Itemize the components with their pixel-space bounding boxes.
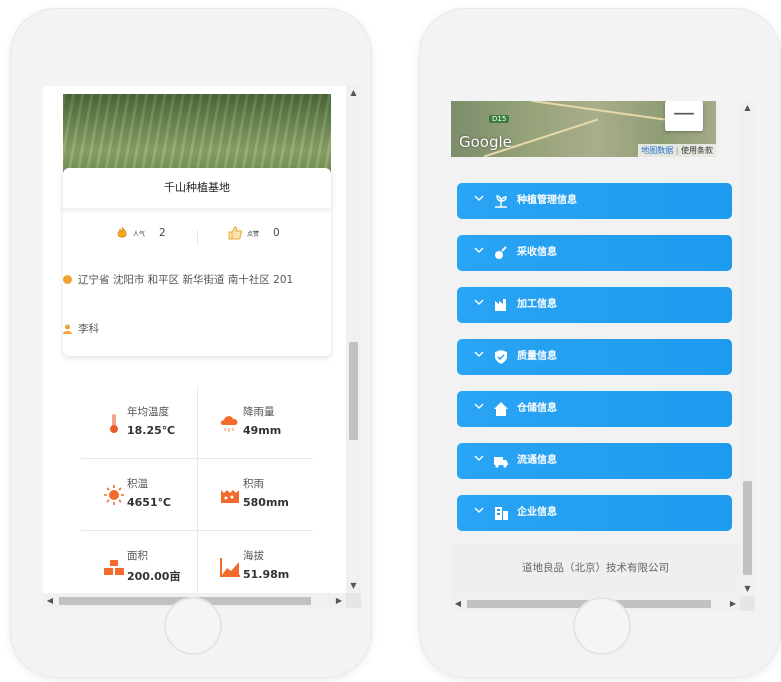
map-road-shield: D15 bbox=[489, 115, 510, 123]
chevron-down-icon bbox=[474, 195, 484, 201]
accordion-item-storage[interactable]: 仓储信息 bbox=[457, 391, 732, 427]
altitude-chart-icon bbox=[220, 558, 240, 577]
chevron-down-icon bbox=[474, 299, 484, 305]
likes-stat[interactable]: 点赞 0 bbox=[227, 226, 280, 240]
popularity-label: 人气 bbox=[133, 230, 146, 238]
base-info-card: 千山种植基地 人气 2 点赞 0 bbox=[63, 168, 331, 356]
contact-row: 李科 bbox=[63, 321, 99, 336]
contact-name: 李科 bbox=[78, 323, 99, 335]
base-name: 千山种植基地 bbox=[63, 168, 331, 209]
chevron-down-icon bbox=[474, 351, 484, 357]
vertical-scrollbar[interactable]: ▲ ▼ bbox=[346, 86, 361, 593]
metric-cell: 降雨量 49mm bbox=[197, 386, 313, 458]
accordion-item-quality[interactable]: 质量信息 bbox=[457, 339, 732, 375]
scroll-up-arrow[interactable]: ▲ bbox=[346, 86, 361, 100]
factory-icon bbox=[495, 299, 506, 311]
area-blocks-icon bbox=[104, 560, 124, 575]
base-detail-screen: 千山种植基地 人气 2 点赞 0 辽宁省 沈阳市 和平区 新华街道 南十社区 2… bbox=[43, 86, 361, 608]
phone-frame-left: 千山种植基地 人气 2 点赞 0 辽宁省 沈阳市 和平区 新华街道 南十社区 2… bbox=[10, 8, 372, 678]
accordion-label: 质量信息 bbox=[517, 351, 557, 362]
phone-frame-right: D15 Google 地图数据 | 使用条款 — 种植管理信息 采收信息 加工信… bbox=[419, 8, 781, 678]
scroll-left-arrow[interactable]: ◀ bbox=[451, 596, 465, 611]
popularity-stat: 人气 2 bbox=[115, 226, 166, 240]
accordion-item-processing[interactable]: 加工信息 bbox=[457, 287, 732, 323]
accordion-label: 企业信息 bbox=[517, 507, 557, 518]
accordion-label: 仓储信息 bbox=[517, 403, 557, 414]
warehouse-icon bbox=[494, 402, 508, 416]
truck-icon bbox=[494, 457, 508, 468]
map-data-link[interactable]: 地图数据 bbox=[641, 146, 673, 155]
metric-cell: 面积 200.00亩 bbox=[81, 530, 197, 602]
chevron-down-icon bbox=[474, 247, 484, 253]
water-tank-icon bbox=[221, 490, 239, 503]
accordion-item-planting[interactable]: 种植管理信息 bbox=[457, 183, 732, 219]
likes-label: 点赞 bbox=[247, 230, 260, 238]
stats-divider bbox=[197, 230, 198, 246]
shield-check-icon bbox=[495, 350, 507, 364]
metric-cell: 积温 4651℃ bbox=[81, 458, 197, 530]
map-view[interactable]: D15 Google 地图数据 | 使用条款 — bbox=[451, 101, 716, 157]
metric-label: 降雨量 bbox=[243, 406, 275, 418]
metric-label: 积雨 bbox=[243, 478, 264, 490]
metric-value: 49mm bbox=[243, 424, 282, 437]
scrollbar-corner bbox=[346, 593, 361, 608]
accordion-item-enterprise[interactable]: 企业信息 bbox=[457, 495, 732, 531]
building-icon bbox=[495, 507, 508, 520]
metric-value: 580mm bbox=[243, 496, 289, 509]
metric-value: 51.98m bbox=[243, 568, 290, 581]
accordion-item-distribution[interactable]: 流通信息 bbox=[457, 443, 732, 479]
metric-cell: 海拔 51.98m bbox=[197, 530, 313, 602]
harvest-icon bbox=[495, 246, 507, 259]
company-footer: 道地良品（北京）技术有限公司 bbox=[451, 543, 740, 598]
metric-label: 年均温度 bbox=[127, 406, 169, 418]
scroll-right-arrow[interactable]: ▶ bbox=[332, 593, 346, 608]
home-button[interactable] bbox=[573, 597, 631, 655]
address-text: 辽宁省 沈阳市 和平区 新华街道 南十社区 201 bbox=[78, 274, 294, 286]
metric-value: 4651℃ bbox=[127, 496, 171, 509]
map-attribution: 地图数据 | 使用条款 bbox=[638, 144, 716, 157]
sun-icon bbox=[104, 485, 124, 505]
metric-label: 海拔 bbox=[243, 550, 264, 562]
chevron-down-icon bbox=[474, 507, 484, 513]
vertical-scrollbar[interactable]: ▲ ▼ bbox=[740, 101, 755, 596]
rain-cloud-icon bbox=[220, 416, 238, 432]
accordion-item-harvest[interactable]: 采收信息 bbox=[457, 235, 732, 271]
plant-icon bbox=[495, 195, 507, 208]
chevron-down-icon bbox=[474, 403, 484, 409]
scrollbar-thumb[interactable] bbox=[743, 481, 752, 575]
stats-row: 人气 2 点赞 0 bbox=[63, 226, 331, 250]
scroll-up-arrow[interactable]: ▲ bbox=[740, 101, 755, 115]
location-pin-icon bbox=[63, 275, 72, 284]
metric-cell: 积雨 580mm bbox=[197, 458, 313, 530]
scroll-right-arrow[interactable]: ▶ bbox=[726, 596, 740, 611]
scrollbar-thumb[interactable] bbox=[349, 342, 358, 440]
scroll-down-arrow[interactable]: ▼ bbox=[740, 582, 755, 596]
metric-label: 积温 bbox=[127, 478, 148, 490]
accordion-label: 流通信息 bbox=[517, 455, 557, 466]
address-row: 辽宁省 沈阳市 和平区 新华街道 南十社区 201 bbox=[63, 270, 303, 291]
metric-label: 面积 bbox=[127, 550, 148, 562]
scroll-down-arrow[interactable]: ▼ bbox=[346, 579, 361, 593]
scrollbar-corner bbox=[740, 596, 755, 611]
accordion-label: 加工信息 bbox=[517, 299, 557, 310]
scroll-left-arrow[interactable]: ◀ bbox=[43, 593, 57, 608]
thermometer-icon bbox=[110, 414, 118, 433]
google-logo: Google bbox=[459, 133, 512, 151]
accordion-label: 采收信息 bbox=[517, 247, 557, 258]
terms-link[interactable]: 使用条款 bbox=[681, 146, 713, 155]
metric-value: 200.00亩 bbox=[127, 570, 181, 583]
fire-icon bbox=[117, 226, 127, 238]
metric-cell: 年均温度 18.25℃ bbox=[81, 386, 197, 458]
likes-value: 0 bbox=[273, 227, 280, 239]
accordion-label: 种植管理信息 bbox=[517, 195, 577, 206]
trace-info-screen: D15 Google 地图数据 | 使用条款 — 种植管理信息 采收信息 加工信… bbox=[451, 101, 755, 611]
home-button[interactable] bbox=[164, 597, 222, 655]
zoom-out-button[interactable]: — bbox=[665, 101, 703, 131]
base-photo bbox=[63, 94, 331, 174]
popularity-value: 2 bbox=[159, 227, 166, 239]
person-icon bbox=[63, 324, 72, 334]
metric-value: 18.25℃ bbox=[127, 424, 176, 437]
chevron-down-icon bbox=[474, 455, 484, 461]
thumbs-up-icon bbox=[228, 226, 243, 240]
